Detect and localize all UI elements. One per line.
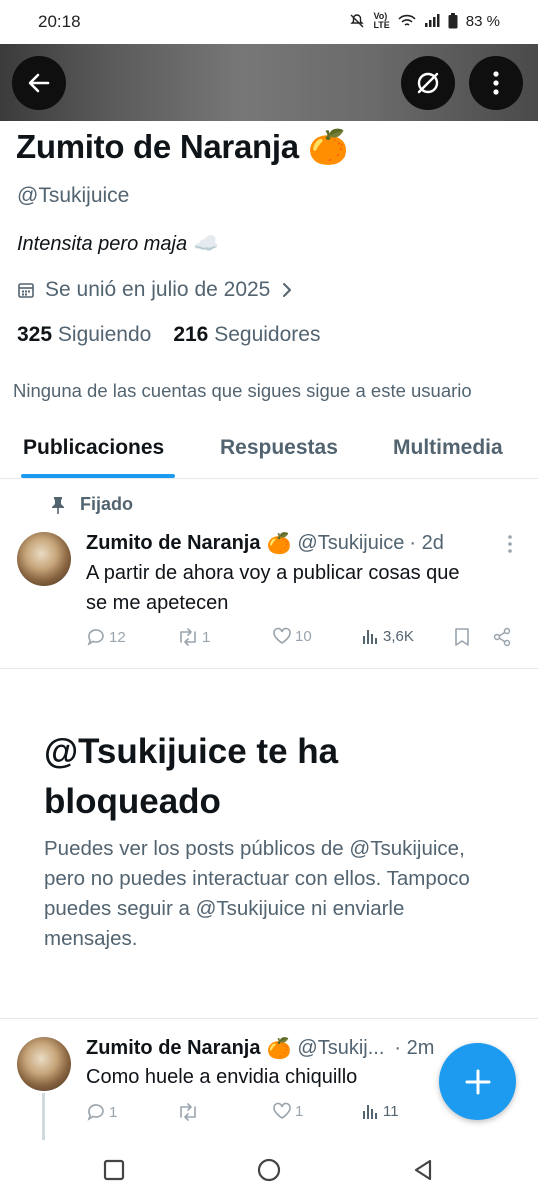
thread-line [42, 1093, 45, 1141]
more-options-button[interactable] [469, 56, 523, 110]
tweet-actions: 12 1 10 3,6K [86, 627, 526, 649]
system-nav-bar [0, 1140, 538, 1199]
tweet-handle: @Tsukij... [297, 1037, 385, 1059]
orange-emoji: 🍊 [266, 1038, 292, 1060]
bookmark-button[interactable] [454, 627, 470, 647]
profile-banner [0, 44, 538, 121]
like-button[interactable]: 10 [272, 627, 312, 645]
views-count: 3,6K [383, 627, 414, 645]
active-tab-indicator [21, 474, 175, 478]
followers-count: 216 [173, 323, 209, 346]
following-count: 325 [17, 323, 53, 346]
compose-button[interactable] [439, 1043, 516, 1120]
tweet-text-line: se me apetecen [86, 592, 229, 614]
status-time: 20:18 [38, 12, 81, 31]
tweet-more-icon[interactable] [506, 534, 514, 554]
repost-button[interactable] [177, 1102, 202, 1122]
like-icon [273, 627, 291, 644]
reply-count: 1 [109, 1103, 118, 1121]
bookmark-icon [455, 628, 469, 646]
blocked-title: @Tsukijuice te ha bloqueado [44, 732, 339, 821]
mutual-followers-note: Ninguna de las cuentas que sigues sigue … [13, 380, 472, 401]
following-link[interactable]: 325 Siguiendo [17, 323, 151, 347]
unmute-button[interactable] [401, 56, 455, 110]
reply-count: 12 [109, 628, 126, 646]
volte-icon: Vo) LTE [373, 11, 390, 30]
wifi-icon [398, 14, 416, 26]
views-button[interactable]: 3,6K [362, 627, 414, 645]
tweet-text: A partir de ahora voy a publicar cosas q… [86, 558, 526, 618]
profile-name: Zumito de Naranja 🍊 [16, 128, 349, 167]
pinned-label-row: Fijado [50, 494, 133, 515]
orange-emoji: 🍊 [266, 533, 292, 555]
pin-icon [52, 496, 64, 514]
share-button[interactable] [492, 627, 512, 647]
profile-tabs: Publicaciones Respuestas Multimedia [0, 430, 538, 479]
blocked-body: Puedes ver los posts públicos de @Tsukij… [44, 837, 470, 950]
tweet-author[interactable]: Zumito de Naranja [86, 532, 260, 555]
profile-bio: Intensita pero maja ☁️ [17, 233, 218, 255]
tab-posts[interactable]: Publicaciones [23, 436, 164, 460]
views-count: 11 [383, 1102, 399, 1120]
tab-replies[interactable]: Respuestas [220, 436, 338, 460]
signal-icon [424, 14, 440, 27]
like-button[interactable]: 1 [272, 1102, 303, 1120]
like-count: 10 [295, 627, 312, 645]
battery-level: 83 % [465, 12, 500, 30]
mute-icon [350, 14, 365, 28]
more-vertical-icon [493, 71, 499, 95]
status-bar: 20:18 Vo) LTE 83 % [0, 0, 538, 44]
profile-handle: @Tsukijuice [17, 184, 130, 207]
tweet-time: · 2m [394, 1037, 435, 1059]
divider [0, 668, 538, 669]
repost-icon [180, 628, 196, 646]
battery-icon [448, 13, 458, 29]
pinned-label: Fijado [80, 494, 133, 514]
tweet-header: Zumito de Naranja 🍊 @Tsukij... · 2m [86, 1036, 506, 1061]
no-mute-icon [417, 72, 439, 94]
chevron-right-icon [283, 283, 292, 297]
tweet-time: · 2d [409, 532, 444, 554]
reply-button[interactable]: 12 [86, 627, 126, 647]
share-icon [493, 627, 511, 647]
views-icon [363, 630, 377, 644]
repost-button[interactable]: 1 [177, 627, 210, 647]
tweet-handle: @Tsukijuice [297, 532, 405, 554]
views-icon [363, 1105, 377, 1119]
avatar[interactable] [17, 532, 71, 586]
tweet-text: Como huele a envidia chiquillo [86, 1066, 358, 1088]
reply-icon [87, 1104, 104, 1121]
repost-count: 1 [202, 628, 211, 646]
joined-date[interactable]: Se unió en julio de 2025 [17, 278, 294, 302]
status-icons: Vo) LTE 83 % [349, 12, 500, 30]
repost-icon [180, 1103, 196, 1121]
recents-icon[interactable] [103, 1159, 125, 1181]
views-button[interactable]: 11 [362, 1102, 399, 1120]
back-arrow-icon [28, 73, 50, 93]
followers-link[interactable]: 216 Seguidores [173, 323, 320, 347]
tab-media[interactable]: Multimedia [393, 436, 503, 460]
like-count: 1 [295, 1102, 304, 1120]
orange-emoji: 🍊 [307, 128, 349, 165]
following-label: Siguiendo [57, 323, 152, 346]
back-button[interactable] [12, 56, 66, 110]
tweet-text-line: A partir de ahora voy a publicar cosas q… [86, 562, 460, 584]
reply-icon [87, 629, 104, 646]
joined-text: Se unió en julio de 2025 [45, 278, 271, 301]
tweet-author[interactable]: Zumito de Naranja [86, 1037, 260, 1060]
followers-label: Seguidores [214, 323, 321, 346]
divider [0, 1018, 538, 1019]
like-icon [273, 1102, 291, 1119]
tweet-header: Zumito de Naranja 🍊 @Tsukijuice · 2d [86, 531, 526, 556]
plus-icon [465, 1069, 490, 1094]
reply-button[interactable]: 1 [86, 1102, 117, 1122]
home-icon[interactable] [257, 1158, 281, 1182]
avatar[interactable] [17, 1037, 71, 1091]
profile-name-text: Zumito de Naranja [16, 128, 299, 165]
follow-stats: 325 Siguiendo 216 Seguidores [17, 323, 320, 347]
back-nav-icon[interactable] [412, 1159, 434, 1181]
calendar-icon [18, 283, 34, 298]
